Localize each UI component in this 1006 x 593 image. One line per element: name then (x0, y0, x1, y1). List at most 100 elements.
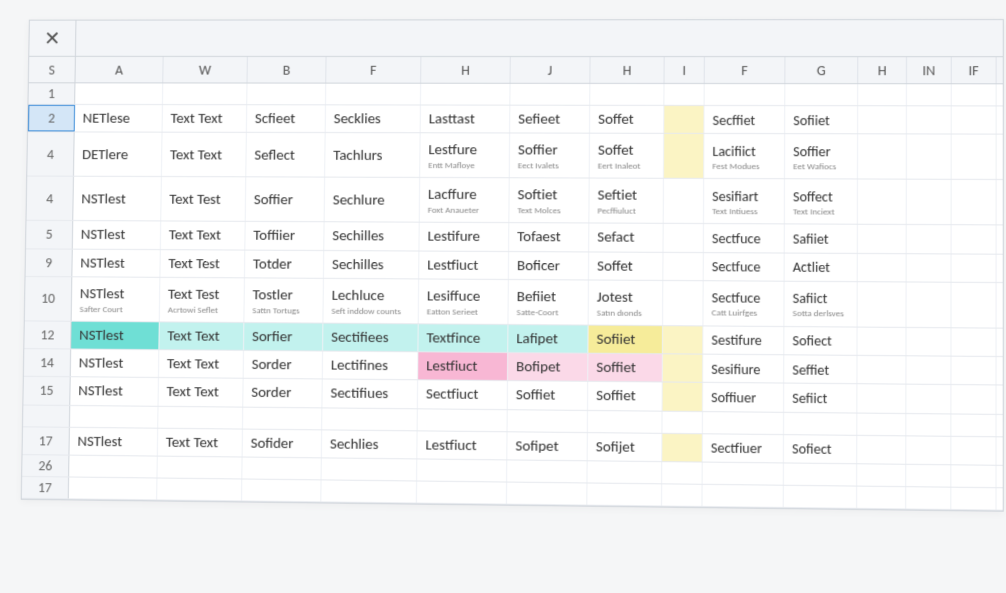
cell[interactable]: TostlerSattn Tortugs (244, 278, 324, 322)
cell[interactable] (952, 180, 997, 225)
row-header[interactable]: 12 (24, 321, 71, 348)
cell[interactable] (702, 485, 783, 507)
cell[interactable]: Secffiet (704, 106, 785, 133)
cell[interactable]: Sectfiuct (418, 381, 508, 409)
cell[interactable]: LechluceSeft inddow counts (323, 279, 419, 323)
cell[interactable]: Soffiuer (703, 383, 784, 411)
cell[interactable]: Sefiict (784, 384, 857, 412)
cell[interactable] (858, 253, 907, 281)
cell[interactable] (785, 84, 858, 105)
col-header[interactable]: H (421, 57, 511, 83)
cell[interactable] (858, 135, 907, 179)
cell[interactable] (858, 225, 907, 253)
cell[interactable] (951, 436, 996, 464)
cell[interactable]: Sofider (243, 429, 323, 457)
cell[interactable] (952, 254, 997, 282)
cell[interactable] (784, 485, 857, 507)
cell[interactable] (321, 480, 417, 502)
row-header[interactable]: 17 (22, 477, 69, 498)
cell[interactable] (951, 328, 996, 356)
cell[interactable]: SoffierEet Wafiocs (785, 134, 858, 178)
cell[interactable]: NSTlest (69, 427, 158, 455)
close-icon[interactable]: ✕ (29, 21, 76, 56)
cell[interactable] (417, 459, 507, 481)
cell[interactable]: Sofipet (507, 432, 588, 460)
cell[interactable]: NSTlest (73, 177, 162, 221)
cell[interactable]: Text Text (161, 222, 246, 249)
col-header[interactable]: B (248, 57, 327, 83)
cell[interactable]: Lafipet (508, 325, 588, 353)
cell[interactable] (507, 482, 588, 504)
cell[interactable]: NETlese (75, 105, 163, 132)
cell[interactable] (857, 435, 906, 463)
cell[interactable]: LacifiictFest Modues (704, 134, 785, 178)
cell[interactable] (69, 455, 158, 477)
cell[interactable]: LacffureFoxt Anaueter (420, 178, 510, 222)
cell[interactable]: Text Test (161, 177, 246, 221)
cell[interactable] (421, 84, 511, 105)
cell[interactable]: NSTlest (71, 322, 160, 350)
cell[interactable] (858, 282, 907, 327)
cell[interactable]: LestfureEntt Mafloye (420, 133, 510, 177)
cell[interactable] (857, 464, 906, 486)
cell[interactable]: Sofiect (784, 435, 857, 463)
cell[interactable] (75, 83, 163, 104)
cell[interactable]: Safiiet (785, 225, 858, 253)
cell[interactable] (784, 463, 857, 485)
cell[interactable]: SafiictSotta derlsves (784, 281, 857, 326)
cell[interactable] (663, 281, 704, 325)
cell[interactable]: SoftietText Molces (509, 178, 589, 222)
cell[interactable] (247, 84, 326, 105)
cell[interactable] (906, 414, 951, 436)
cell[interactable] (158, 406, 243, 428)
cell[interactable]: Scfieet (247, 105, 326, 132)
cell[interactable] (907, 254, 952, 282)
cell[interactable]: Sechlure (325, 178, 421, 222)
col-header[interactable]: F (705, 57, 786, 83)
cell[interactable] (417, 481, 507, 503)
cell[interactable] (906, 487, 951, 509)
cell[interactable]: Sorfier (244, 323, 323, 351)
cell[interactable] (70, 405, 159, 427)
cell[interactable]: Sestifure (703, 326, 784, 354)
cell[interactable] (907, 282, 952, 327)
cell[interactable]: Tachlurs (325, 133, 420, 177)
row-header[interactable]: 10 (25, 277, 73, 321)
cell[interactable]: NSTlest (70, 377, 159, 405)
cell[interactable]: Sechlies (322, 430, 418, 458)
cell[interactable] (907, 84, 952, 105)
cell[interactable]: SoffetEert Inaleot (590, 134, 665, 178)
select-all-corner[interactable]: S (29, 57, 76, 83)
cell[interactable] (906, 436, 951, 464)
cell[interactable]: NSTlestSafter Court (72, 277, 161, 321)
cell[interactable]: BefiietSatte-Coort (508, 280, 588, 325)
cell[interactable] (662, 484, 703, 506)
cell[interactable]: Sorder (243, 379, 322, 407)
col-header[interactable]: G (785, 57, 858, 83)
cell[interactable]: Text Text (158, 428, 243, 456)
cell[interactable]: Textfince (418, 324, 508, 352)
row-header[interactable]: 14 (24, 349, 71, 376)
cell[interactable]: Text Text (159, 378, 244, 406)
cell[interactable] (326, 84, 421, 105)
cell[interactable]: Seffiet (784, 355, 857, 383)
cell[interactable] (242, 479, 322, 501)
cell[interactable]: Text Text (163, 105, 248, 132)
cell[interactable] (907, 135, 952, 179)
cell[interactable]: Totder (245, 250, 324, 278)
cell[interactable] (951, 465, 996, 487)
cell[interactable]: Sefact (589, 224, 664, 252)
cell[interactable] (857, 486, 906, 508)
cell[interactable] (907, 225, 952, 253)
cell[interactable]: Sofiect (784, 327, 857, 355)
cell[interactable] (858, 327, 907, 355)
cell[interactable] (858, 106, 907, 133)
cell[interactable] (857, 356, 906, 384)
cell[interactable]: Sechilles (324, 251, 419, 279)
row-header[interactable]: 1 (28, 83, 75, 104)
col-header[interactable]: H (590, 57, 664, 83)
cell[interactable]: DETlere (74, 133, 163, 177)
cell[interactable]: Sectfuce (704, 224, 785, 252)
cell[interactable] (587, 461, 662, 483)
cell[interactable] (951, 282, 996, 327)
